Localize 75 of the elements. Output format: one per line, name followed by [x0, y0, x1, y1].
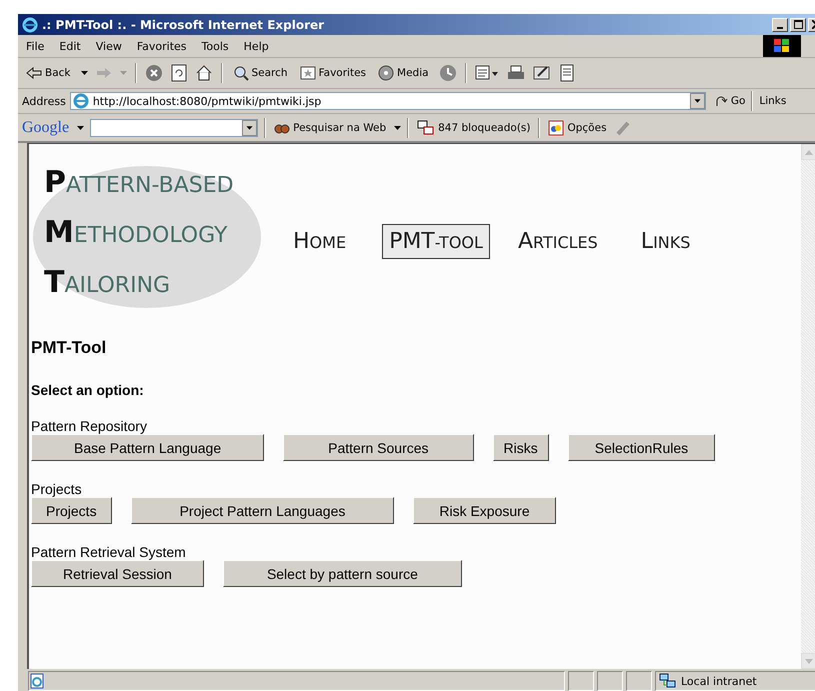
section-title: Pattern Repository [31, 418, 148, 434]
caret-icon[interactable] [394, 126, 402, 130]
browser-logo-icon [22, 16, 38, 32]
logo-text: TAILORING [44, 264, 170, 302]
disc-icon [378, 65, 394, 81]
stop-icon[interactable] [144, 64, 162, 82]
back-arrow-icon [26, 67, 42, 79]
back-button[interactable]: Back [24, 67, 72, 79]
page-heading: PMT-Tool [31, 338, 108, 358]
option-button[interactable]: Projects [31, 497, 112, 524]
status-panel [568, 671, 594, 691]
menu-item[interactable]: Edit [59, 40, 81, 52]
windows-logo-icon [763, 35, 801, 57]
status-panel [597, 671, 623, 691]
zone-label: Local intranet [681, 674, 757, 688]
menu-item[interactable]: Favorites [136, 40, 187, 52]
address-label: Address [22, 94, 66, 108]
option-button[interactable]: Base Pattern Language [31, 434, 264, 461]
logo-text: PATTERN-BASED [44, 164, 234, 202]
printer-icon[interactable] [506, 64, 525, 82]
history-icon[interactable] [438, 64, 457, 82]
maximize-button[interactable] [790, 18, 806, 32]
option-button[interactable]: Retrieval Session [31, 560, 204, 587]
minimize-button[interactable] [772, 18, 788, 32]
up-arrow-icon [805, 150, 813, 154]
refresh-icon[interactable] [170, 64, 186, 82]
option-button[interactable]: Risks [492, 434, 549, 461]
option-button[interactable]: SelectionRules [568, 434, 716, 461]
options-button[interactable]: Opções [546, 120, 609, 136]
search-icon [232, 65, 248, 81]
window-title: .: PMT-Tool :. - Microsoft Internet Explorer [42, 18, 326, 32]
minimize-icon [777, 26, 783, 28]
search-button[interactable]: Search [230, 65, 290, 81]
option-button[interactable]: Pattern Sources [283, 434, 474, 461]
down-arrow-icon [805, 658, 813, 664]
popup-blocker-button[interactable]: 847 bloqueado(s) [415, 120, 532, 136]
caret-icon[interactable] [77, 126, 84, 130]
favorites-button[interactable]: Favorites [298, 65, 368, 81]
section-title: Projects [31, 481, 83, 497]
page-icon [72, 93, 89, 109]
dropdown-icon[interactable] [242, 120, 258, 136]
go-button[interactable]: Go [712, 94, 748, 108]
nav-link[interactable]: PMT-TOOL [382, 224, 490, 258]
web-search-button[interactable]: Pesquisar na Web [272, 120, 388, 136]
address-field[interactable]: http://localhost:8080/pmtwiki/pmtwiki.jsp [70, 92, 706, 110]
network-icon [659, 673, 677, 689]
caret-icon[interactable] [80, 71, 88, 75]
menu-item[interactable]: Help [244, 40, 269, 52]
page-icon [29, 673, 45, 689]
nav-link[interactable]: ARTICLES [510, 224, 605, 258]
media-button[interactable]: Media [376, 65, 431, 81]
menu-item[interactable]: Tools [202, 40, 229, 52]
prompt-text: Select an option: [31, 382, 145, 398]
document-icon[interactable] [558, 64, 575, 82]
dropdown-icon[interactable] [690, 93, 705, 109]
home-icon[interactable] [194, 64, 212, 82]
google-menu-button[interactable]: Google [20, 118, 72, 136]
option-button[interactable]: Project Pattern Languages [130, 497, 394, 524]
maximize-icon [794, 20, 802, 29]
nav-link[interactable]: HOME [286, 224, 354, 258]
section-title: Pattern Retrieval System [31, 544, 187, 560]
go-arrow-icon [714, 94, 728, 108]
options-icon [548, 120, 564, 136]
menu-item[interactable]: View [96, 40, 122, 52]
links-button[interactable]: Links [757, 95, 788, 107]
status-panel [626, 671, 652, 691]
menu-item[interactable]: File [26, 40, 44, 52]
search-field[interactable] [90, 118, 258, 136]
edit-icon[interactable] [532, 64, 551, 82]
option-button[interactable]: Risk Exposure [413, 497, 556, 524]
option-button[interactable]: Select by pattern source [222, 560, 462, 587]
mail-icon[interactable] [474, 64, 499, 82]
nav-link[interactable]: LINKS [634, 224, 698, 258]
logo-text: M ETHODOLOGY [44, 214, 228, 252]
windows-icon [417, 120, 436, 136]
